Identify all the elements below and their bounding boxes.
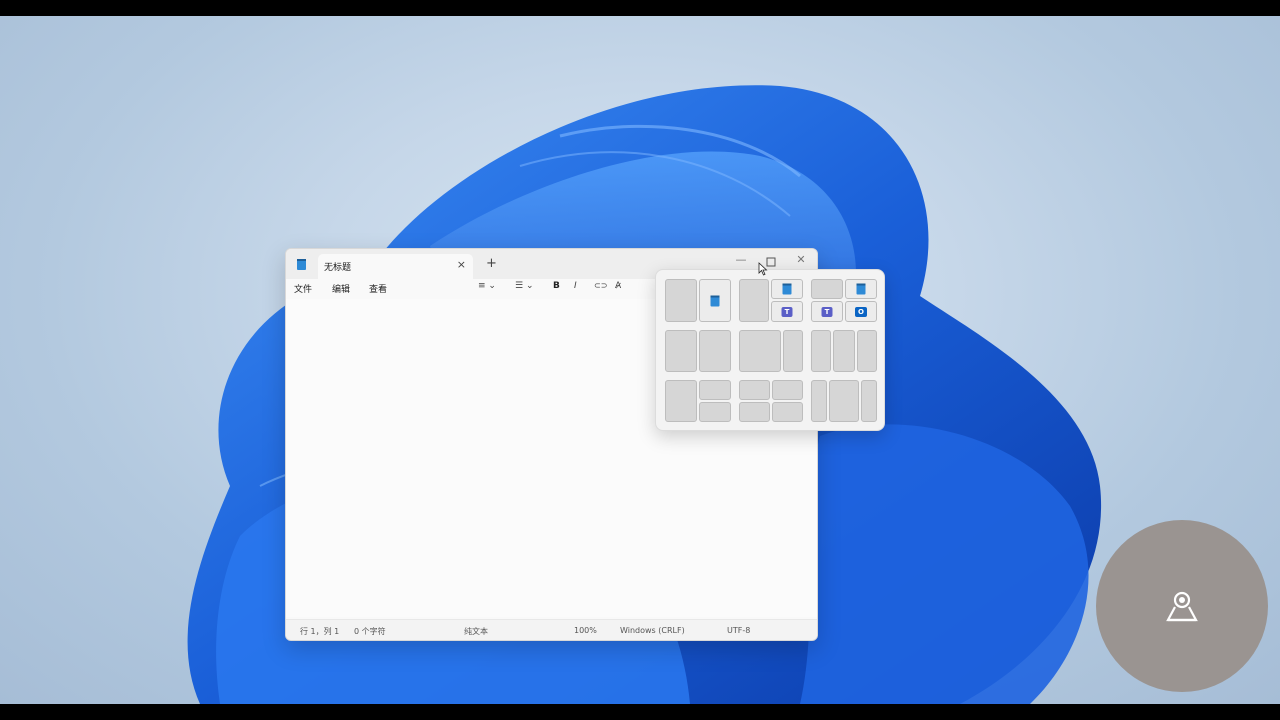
- snap-zone-bottom-right[interactable]: T: [771, 301, 803, 322]
- snap-zone-left[interactable]: [811, 380, 827, 422]
- snap-zone-left[interactable]: [665, 380, 697, 422]
- snap-zone-top-left[interactable]: [811, 279, 843, 299]
- snap-layout-grid: [739, 380, 803, 422]
- heading-icon: ≡: [478, 281, 486, 291]
- teams-icon: T: [781, 306, 793, 317]
- line-ending: Windows (CRLF): [620, 626, 685, 635]
- snap-zone-top-right[interactable]: [845, 279, 877, 299]
- snap-layout-wide-center: [811, 380, 877, 422]
- menu-view[interactable]: 查看: [369, 282, 387, 295]
- list-dropdown[interactable]: ☰ ⌄: [515, 281, 533, 291]
- heading-dropdown[interactable]: ≡ ⌄: [478, 281, 496, 291]
- snap-layout-quarters: T O: [811, 279, 877, 322]
- notepad-app-icon: [297, 259, 306, 270]
- text-format: 纯文本: [464, 627, 488, 636]
- snap-zone-right[interactable]: [699, 279, 731, 322]
- italic-button[interactable]: I: [574, 281, 577, 291]
- snap-zone-bottom-left[interactable]: T: [811, 301, 843, 322]
- chevron-down-icon: ⌄: [523, 281, 534, 291]
- menu-edit[interactable]: 编辑: [332, 282, 350, 295]
- clear-format-button[interactable]: A̷: [615, 281, 621, 291]
- snap-zone-top-left[interactable]: [739, 380, 770, 400]
- notepad-icon: [782, 283, 792, 295]
- snap-zone-bottom-right[interactable]: [772, 402, 803, 422]
- snap-zone-right[interactable]: [861, 380, 877, 422]
- teams-icon: T: [821, 306, 833, 317]
- snap-zone-center[interactable]: [833, 330, 855, 372]
- zoom-level: 100%: [574, 626, 597, 635]
- snap-zone-left-large[interactable]: [739, 330, 781, 372]
- snap-layout-left-plus-stack-alt: [665, 380, 731, 422]
- snap-layout-halves-alt: [665, 330, 731, 372]
- snap-zone-bottom-right[interactable]: O: [845, 301, 877, 322]
- bold-button[interactable]: B: [553, 281, 560, 291]
- snap-layout-left-plus-stack: T: [739, 279, 803, 322]
- snap-zone-bottom-right[interactable]: [699, 402, 731, 422]
- outlook-icon: O: [855, 306, 867, 317]
- snap-layouts-flyout: T T O: [655, 269, 885, 431]
- snap-zone-top-right[interactable]: [699, 380, 731, 400]
- snap-zone-right[interactable]: [699, 330, 731, 372]
- new-tab-button[interactable]: +: [486, 256, 497, 271]
- snap-layout-thirds: [811, 330, 877, 372]
- tab-title: 无标题: [324, 263, 352, 273]
- snap-zone-left[interactable]: [665, 279, 697, 322]
- snap-zone-bottom-left[interactable]: [739, 402, 770, 422]
- snap-zone-top-right[interactable]: [771, 279, 803, 299]
- cursor-position: 行 1，列 1: [300, 627, 340, 636]
- snap-zone-left[interactable]: [739, 279, 769, 322]
- char-count: 0 个字符: [354, 627, 386, 636]
- snap-layout-two-thirds: [739, 330, 803, 372]
- snap-zone-left[interactable]: [665, 330, 697, 372]
- snap-zone-top-right[interactable]: [772, 380, 803, 400]
- webcam-icon: [1166, 591, 1198, 622]
- encoding: UTF-8: [727, 626, 751, 635]
- snap-zone-right-small[interactable]: [783, 330, 803, 372]
- snap-layout-halves: [665, 279, 731, 322]
- notepad-icon: [856, 283, 866, 295]
- mouse-cursor-icon: [758, 262, 768, 276]
- status-bar: 行 1，列 1 0 个字符 纯文本 100% Windows (CRLF) UT…: [286, 619, 817, 640]
- snap-zone-left[interactable]: [811, 330, 831, 372]
- tab-close-icon[interactable]: ×: [457, 258, 466, 271]
- link-button[interactable]: ⊂⊃: [594, 281, 607, 290]
- snap-zone-right[interactable]: [857, 330, 877, 372]
- webcam-overlay: [1096, 520, 1268, 692]
- list-icon: ☰: [515, 281, 524, 291]
- chevron-down-icon: ⌄: [485, 281, 496, 291]
- tab-untitled[interactable]: 无标题 ×: [318, 254, 473, 279]
- snap-zone-center[interactable]: [829, 380, 859, 422]
- notepad-icon: [710, 295, 720, 306]
- menu-file[interactable]: 文件: [294, 282, 312, 295]
